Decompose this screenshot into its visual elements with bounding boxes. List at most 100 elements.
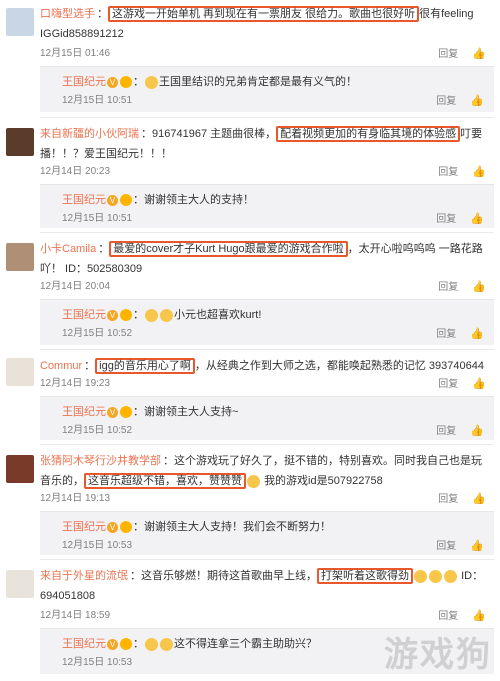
comment-date: 12月14日 18:59 <box>40 610 111 621</box>
reply-username[interactable]: 王国纪元 <box>62 638 106 650</box>
like-icon[interactable]: 👍 <box>470 213 484 225</box>
reply-username[interactable]: 王国纪元 <box>62 76 106 88</box>
crown-icon <box>120 76 132 89</box>
like-icon[interactable]: 👍 <box>472 48 486 60</box>
emoji-icon <box>429 569 442 583</box>
reply-link[interactable]: 回复 <box>438 282 458 293</box>
comment-meta: 12月14日 18:59 回复 👍 <box>40 608 490 624</box>
avatar[interactable] <box>6 8 34 36</box>
like-icon[interactable]: 👍 <box>472 610 486 622</box>
comment-text: 我的游戏id是507922758 <box>264 475 383 487</box>
emoji-icon <box>247 474 260 488</box>
highlight-box: 最爱的cover才子Kurt Hugo跟最爱的游戏合作啦 <box>109 241 348 257</box>
like-icon[interactable]: 👍 <box>470 425 484 437</box>
like-icon[interactable]: 👍 <box>470 328 484 340</box>
comment-item: 小卡Camila：最爱的cover才子Kurt Hugo跟最爱的游戏合作啦 ，太开… <box>0 235 500 347</box>
comment-body: 来自新疆的小伙阿瑞 ：916741967 主题曲很棒， 配着视频更加的有身临其境的体… <box>40 124 490 164</box>
reply-username[interactable]: 王国纪元 <box>62 309 106 321</box>
reply-actions: 回复 👍 <box>422 93 484 110</box>
reply-text: 王国里结识的兄弟肯定都是最有义气的！ <box>159 76 357 88</box>
comment-text: ：这音乐够燃！期待这首歌曲早上线， <box>130 570 317 582</box>
reply-actions: 回复 👍 <box>422 538 484 555</box>
reply-text: 小元也超喜欢kurt! <box>174 309 262 321</box>
comment-body: 小卡Camila：最爱的cover才子Kurt Hugo跟最爱的游戏合作啦 ，太开… <box>40 239 490 279</box>
reply-link[interactable]: 回复 <box>436 329 456 340</box>
reply-meta: 12月15日 10:51 回复 👍 <box>62 93 488 109</box>
reply-link[interactable]: 回复 <box>436 541 456 552</box>
comment-meta: 12月15日 01:46 回复 👍 <box>40 46 490 62</box>
like-icon[interactable]: 👍 <box>472 493 486 505</box>
comment-username[interactable]: 口嗨型选手 <box>40 8 95 20</box>
reply-username[interactable]: 王国纪元 <box>62 521 106 533</box>
comment-username[interactable]: 来自新疆的小伙阿瑞 <box>40 128 139 140</box>
like-icon[interactable]: 👍 <box>472 166 486 178</box>
reply-link[interactable]: 回复 <box>436 426 456 437</box>
comment-username[interactable]: 来自于外星的流氓 <box>40 570 128 582</box>
comment-text: ： <box>98 243 110 255</box>
reply-box: 王国纪元 V ：谢谢领主大人支持~ 12月15日 10:52 回复 👍 <box>40 396 494 440</box>
comment-text: ： <box>84 360 96 372</box>
comment-actions: 回复 👍 <box>424 279 486 296</box>
reply-text: 谢谢领主大人的支持！ <box>144 194 254 206</box>
avatar[interactable] <box>6 128 34 156</box>
comment-meta: 12月14日 19:13 回复 👍 <box>40 491 490 507</box>
highlight-box: 配着视频更加的有身临其境的体验感 <box>276 126 461 142</box>
like-icon[interactable]: 👍 <box>472 378 486 390</box>
divider <box>40 444 494 445</box>
comment-body: 来自于外星的流氓 ：这音乐够燃！期待这首歌曲早上线， 打架听着这歌得劲 ID：694… <box>40 566 490 606</box>
comment-feed: 口嗨型选手：这游戏一开始单机 再到现在有一票朋友 很给力。歌曲也很好听 很有fee… <box>0 0 500 681</box>
comment-username[interactable]: Commur <box>40 360 82 372</box>
emoji-icon <box>444 569 457 583</box>
reply-link[interactable]: 回复 <box>438 611 458 622</box>
comment-body: Commur： igg的音乐用心了啊 ，从经典之作到大师之选，都能唤起熟悉的记忆 3… <box>40 356 490 376</box>
reply-box: 王国纪元 V ：谢谢领主大人的支持！ 12月15日 10:51 回复 👍 <box>40 184 494 228</box>
like-icon[interactable]: 👍 <box>470 540 484 552</box>
crown-icon <box>120 309 132 322</box>
reply-box: 王国纪元 V：小元也超喜欢kurt! 12月15日 10:52 回复 👍 <box>40 299 494 345</box>
divider <box>40 117 494 118</box>
reply-line: 王国纪元 V：这不得连拿三个霸主助助兴？ <box>62 637 317 651</box>
reply-line: 王国纪元 V ：谢谢领主大人支持！我们会不断努力！ <box>62 521 331 534</box>
avatar[interactable] <box>6 358 34 386</box>
reply-link[interactable]: 回复 <box>436 96 456 107</box>
reply-link[interactable]: 回复 <box>438 167 458 178</box>
verified-icon: V <box>107 521 118 533</box>
avatar[interactable] <box>6 243 34 271</box>
comment-meta: 12月14日 20:23 回复 👍 <box>40 164 490 180</box>
avatar[interactable] <box>6 570 34 598</box>
comment-actions: 回复 👍 <box>424 608 486 625</box>
reply-box: 王国纪元 V ：谢谢领主大人支持！我们会不断努力！ 12月15日 10:53 回复 👍 <box>40 511 494 555</box>
crown-icon <box>120 194 132 207</box>
comment-username[interactable]: 张猜阿木琴行沙井教学部 <box>40 455 161 467</box>
comment-body: 口嗨型选手：这游戏一开始单机 再到现在有一票朋友 很给力。歌曲也很好听 很有fee… <box>40 6 474 40</box>
reply-username[interactable]: 王国纪元 <box>62 194 106 206</box>
highlight-box: 这音乐超级不错，喜欢，赞赞赞 <box>84 473 246 489</box>
comment-date: 12月14日 19:13 <box>40 493 111 504</box>
emoji-icon <box>145 75 158 89</box>
like-icon[interactable]: 👍 <box>472 281 486 293</box>
reply-line: 王国纪元 V ：谢谢领主大人的支持！ <box>62 194 254 207</box>
reply-link[interactable]: 回复 <box>438 494 458 505</box>
reply-text: 谢谢领主大人支持~ <box>144 406 239 418</box>
reply-text: 这不得连拿三个霸主助助兴？ <box>174 638 317 650</box>
comment-body: 张猜阿木琴行沙井教学部 ：这个游戏玩了好久了，挺不错的，特别喜欢。同时我自己也是玩… <box>40 451 490 491</box>
emoji-icon <box>160 308 173 322</box>
reply-link[interactable]: 回复 <box>438 379 458 390</box>
reply-link[interactable]: 回复 <box>436 214 456 225</box>
comment-item: Commur： igg的音乐用心了啊 ，从经典之作到大师之选，都能唤起熟悉的记忆 3… <box>0 352 500 442</box>
comment-text: ：916741967 主题曲很棒， <box>141 128 277 140</box>
verified-icon: V <box>107 638 118 650</box>
reply-meta: 12月15日 10:51 回复 👍 <box>62 211 488 227</box>
reply-actions: 回复 👍 <box>422 326 484 343</box>
comment-username[interactable]: 小卡Camila <box>40 243 96 255</box>
reply-date: 12月15日 10:53 <box>62 540 133 551</box>
reply-meta: 12月15日 10:53 回复 👍 <box>62 538 488 554</box>
avatar[interactable] <box>6 455 34 483</box>
comment-date: 12月14日 20:04 <box>40 281 111 292</box>
emoji-icon <box>160 637 173 651</box>
comment-meta: 12月14日 20:04 回复 👍 <box>40 279 490 295</box>
like-icon[interactable]: 👍 <box>470 95 484 107</box>
reply-username[interactable]: 王国纪元 <box>62 406 106 418</box>
reply-link[interactable]: 回复 <box>438 49 458 60</box>
verified-icon: V <box>107 406 118 418</box>
